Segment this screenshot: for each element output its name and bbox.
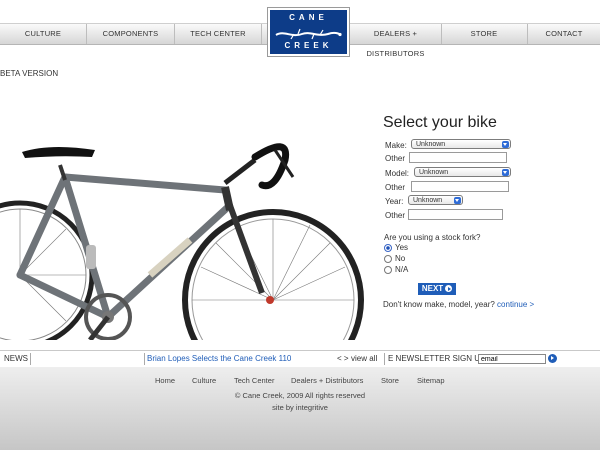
logo-word-bottom: CREEK (284, 41, 333, 50)
year-other-label: Other (385, 211, 406, 220)
make-select-value: Unknown (416, 141, 446, 148)
fork-option-yes-label: Yes (395, 243, 409, 252)
nav-tech-center[interactable]: TECH CENTER (175, 24, 262, 44)
lizard-icon (275, 28, 342, 40)
news-label: NEWS (4, 354, 28, 363)
radio-selected-icon (384, 243, 392, 252)
fork-option-no[interactable]: No (384, 254, 405, 263)
chevron-down-icon (454, 197, 461, 204)
news-bar: NEWS Brian Lopes Selects the Cane Creek … (0, 350, 600, 368)
site-credit: site by integritive (272, 403, 328, 412)
year-label: Year: (385, 197, 404, 206)
fork-option-no-label: No (395, 254, 406, 263)
dont-know-text: Don't know make, model, year? continue > (383, 300, 534, 309)
nav-dealers-distributors[interactable]: DEALERS + DISTRIBUTORS (349, 24, 442, 58)
year-select-value: Unknown (413, 197, 443, 204)
fork-option-na[interactable]: N/A (384, 265, 408, 274)
continue-link[interactable]: continue > (497, 300, 534, 309)
fork-option-yes[interactable]: Yes (384, 243, 408, 252)
footer-link-sitemap[interactable]: Sitemap (417, 376, 445, 385)
footer-link-store[interactable]: Store (381, 376, 399, 385)
next-button-label: NEXT (421, 284, 444, 293)
divider (384, 353, 385, 365)
make-select[interactable]: Unknown (411, 139, 511, 149)
logo-word-top: CANE (289, 13, 328, 22)
copyright-text: © Cane Creek, 2009 All rights reserved (234, 391, 366, 400)
news-prev-next-arrows[interactable]: < > (337, 351, 349, 367)
news-headline-link[interactable]: Brian Lopes Selects the Cane Creek 110 (147, 351, 291, 367)
model-other-label: Other (385, 183, 406, 192)
divider (144, 353, 145, 365)
divider (30, 353, 31, 365)
model-select-value: Unknown (419, 169, 449, 176)
fork-option-na-label: N/A (395, 265, 409, 274)
model-other-input[interactable] (411, 181, 509, 192)
radio-icon (384, 254, 392, 263)
chevron-down-icon (502, 141, 509, 148)
road-bike-image (0, 143, 364, 340)
footer-link-culture[interactable]: Culture (192, 376, 216, 385)
view-all-link[interactable]: view all (351, 351, 377, 367)
make-label: Make: (385, 141, 407, 150)
make-other-input[interactable] (409, 152, 507, 163)
cane-creek-logo[interactable]: CANE CREEK (268, 8, 349, 56)
radio-icon (384, 265, 392, 274)
nav-culture[interactable]: CULTURE (0, 24, 87, 44)
submit-arrow-icon[interactable] (548, 354, 557, 363)
footer: Home Culture Tech Center Dealers + Distr… (0, 367, 600, 450)
newsletter-label: E NEWSLETTER SIGN UP (388, 354, 486, 363)
nav-store[interactable]: STORE (441, 24, 528, 44)
model-select[interactable]: Unknown (414, 167, 511, 177)
next-button[interactable]: NEXT (418, 283, 456, 295)
newsletter-email-input[interactable] (478, 354, 546, 364)
dont-know-label: Don't know make, model, year? (383, 300, 495, 309)
stock-fork-question: Are you using a stock fork? (384, 233, 481, 242)
year-other-input[interactable] (408, 209, 503, 220)
nav-contact[interactable]: CONTACT (528, 24, 600, 44)
make-other-label: Other (385, 154, 406, 163)
play-icon (445, 285, 453, 293)
model-label: Model: (385, 169, 410, 178)
footer-link-dealers[interactable]: Dealers + Distributors (291, 376, 363, 385)
footer-link-home[interactable]: Home (155, 376, 175, 385)
footer-link-tech-center[interactable]: Tech Center (234, 376, 274, 385)
year-select[interactable]: Unknown (408, 195, 463, 205)
form-title: Select your bike (383, 114, 497, 131)
chevron-down-icon (502, 169, 509, 176)
beta-label: BETA VERSION (0, 69, 59, 78)
nav-components[interactable]: COMPONENTS (87, 24, 175, 44)
